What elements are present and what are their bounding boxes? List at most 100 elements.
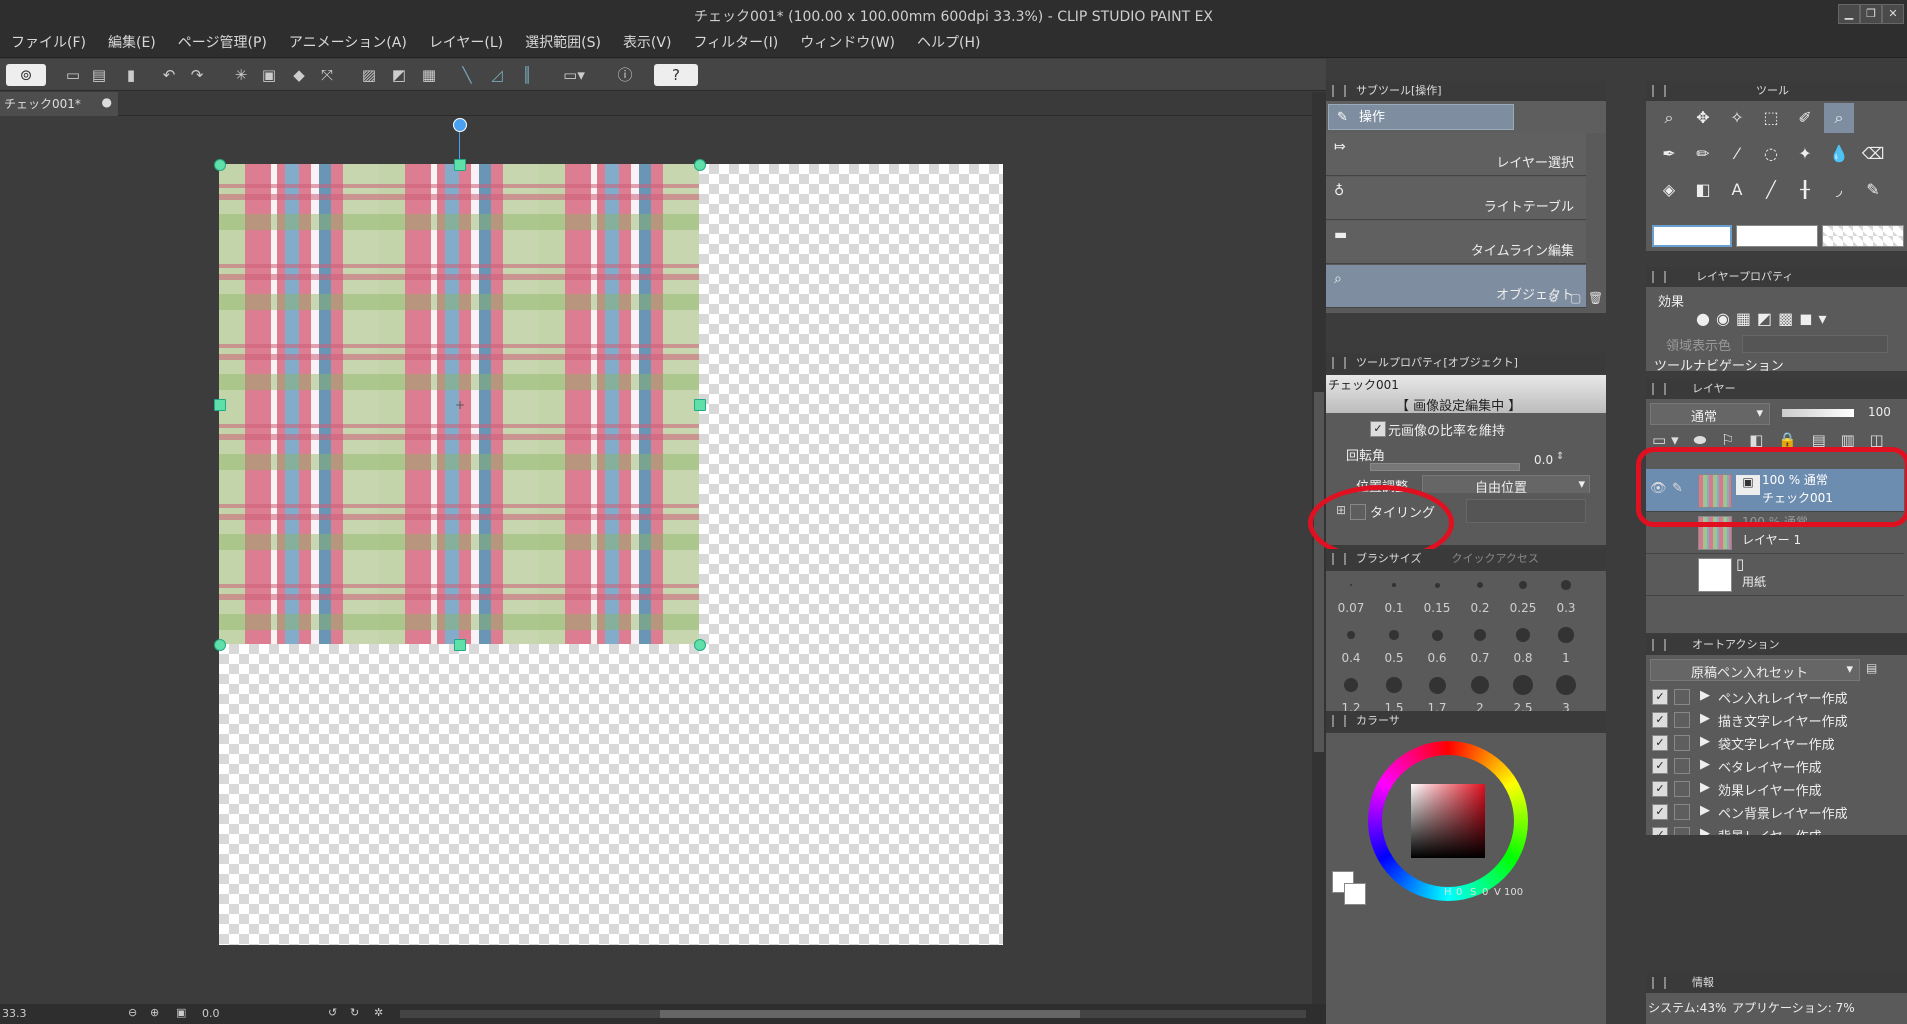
selection-icon[interactable]: ▨ <box>358 64 380 86</box>
brush-size-cell[interactable]: 1.7 <box>1416 671 1458 711</box>
scroll-thumb[interactable] <box>1314 392 1324 752</box>
opacity-value[interactable]: 100 <box>1868 405 1891 419</box>
brush-size-cell[interactable]: 0.7 <box>1459 621 1501 669</box>
figure-tool-icon[interactable]: ╱ <box>1756 175 1786 205</box>
decoration-tool-icon[interactable]: ✦ <box>1790 139 1820 169</box>
subtool-settings-icon[interactable]: ⚙ <box>1548 291 1559 305</box>
auto-action-item[interactable]: ✓ ▶ 袋文字レイヤー作成 <box>1646 731 1904 753</box>
quick-access-tab[interactable]: クイックアクセス <box>1451 552 1538 565</box>
eyedropper-tool-icon[interactable]: ✐ <box>1790 103 1820 133</box>
action-dialog-toggle[interactable] <box>1674 781 1690 797</box>
canvas-vertical-scrollbar[interactable] <box>1312 92 1326 1004</box>
action-dialog-toggle[interactable] <box>1674 689 1690 705</box>
action-checkbox[interactable]: ✓ <box>1652 804 1668 820</box>
redo-icon[interactable]: ↷ <box>186 64 208 86</box>
rotate-right-icon[interactable]: ↻ <box>350 1006 359 1019</box>
brush-size-cell[interactable]: 0.3 <box>1545 571 1587 619</box>
brush-size-cell[interactable]: 0.8 <box>1502 621 1544 669</box>
chevron-right-icon[interactable]: ▶ <box>1700 757 1710 772</box>
clear-icon[interactable]: ✳ <box>230 64 252 86</box>
brush-size-cell[interactable]: 0.4 <box>1330 621 1372 669</box>
area-color-field[interactable] <box>1742 335 1888 353</box>
pencil-tool-icon[interactable]: ✏ <box>1688 139 1718 169</box>
subtool-delete-icon[interactable]: 🗑 <box>1588 291 1603 305</box>
tab-close-icon[interactable]: ● <box>102 95 112 109</box>
auto-action-item[interactable]: ✓ ▶ 背景レイヤー作成 <box>1646 823 1904 835</box>
move-tool-icon[interactable]: ✥ <box>1688 103 1718 133</box>
handle-bottom-center[interactable] <box>454 639 466 651</box>
handle-top-center[interactable] <box>454 159 466 171</box>
menu-view[interactable]: 表示(V) <box>612 28 683 58</box>
snap-grid-icon[interactable]: ║ <box>516 64 538 86</box>
rotation-slider[interactable] <box>1370 463 1520 471</box>
tiling-type-selector[interactable] <box>1466 499 1586 523</box>
brush-size-cell[interactable]: 0.07 <box>1330 571 1372 619</box>
ruler-tool-icon[interactable]: ◞ <box>1824 175 1854 205</box>
opacity-slider[interactable] <box>1782 409 1854 417</box>
action-set-select[interactable]: 原稿ペン入れセット ▾ <box>1650 659 1860 681</box>
action-checkbox[interactable]: ✓ <box>1652 712 1668 728</box>
document-tab[interactable]: チェック001* ● <box>0 92 118 116</box>
chevron-right-icon[interactable]: ▶ <box>1700 780 1710 795</box>
open-file-icon[interactable]: ▤ <box>88 64 110 86</box>
brush-size-cell[interactable]: 0.5 <box>1373 621 1415 669</box>
hscroll-thumb[interactable] <box>660 1010 1080 1018</box>
chevron-right-icon[interactable]: ▶ <box>1700 803 1710 818</box>
menu-layer[interactable]: レイヤー(L) <box>418 28 514 58</box>
keep-ratio-checkbox[interactable]: ✓ <box>1370 421 1386 437</box>
frame-tool-icon[interactable]: ╂ <box>1790 175 1820 205</box>
handle-top-right[interactable] <box>694 159 706 171</box>
action-set-menu-icon[interactable]: ▤ <box>1866 661 1877 675</box>
undo-icon[interactable]: ↶ <box>158 64 180 86</box>
handle-bottom-right[interactable] <box>694 639 706 651</box>
zoom-out-icon[interactable]: ⊖ <box>128 1006 137 1019</box>
fill-icon[interactable]: ◆ <box>288 64 310 86</box>
subtool-group-operation[interactable]: ✎ 操作 <box>1328 104 1514 130</box>
saturation-value-square[interactable] <box>1411 784 1485 858</box>
brush-size-cell[interactable]: 0.15 <box>1416 571 1458 619</box>
transform-icon[interactable]: ▣ <box>258 64 280 86</box>
display-settings-icon[interactable]: ▭▾ <box>556 64 592 86</box>
show-selection-icon[interactable]: ▦ <box>418 64 440 86</box>
close-button[interactable]: ✕ <box>1882 4 1904 24</box>
action-checkbox[interactable]: ✓ <box>1652 758 1668 774</box>
menu-filter[interactable]: フィルター(I) <box>682 28 789 58</box>
fill-tool-icon[interactable]: ◈ <box>1654 175 1684 205</box>
pen-tool-icon[interactable]: ✒ <box>1654 139 1684 169</box>
blend-mode-select[interactable]: 通常 ▾ <box>1650 403 1770 425</box>
rotation-spinner-icon[interactable]: ⇕ <box>1556 451 1564 462</box>
brush-size-cell[interactable]: 1.5 <box>1373 671 1415 711</box>
chevron-right-icon[interactable]: ▶ <box>1700 711 1710 726</box>
menu-page[interactable]: ページ管理(P) <box>167 28 278 58</box>
angle-value[interactable]: 0.0 <box>202 1007 220 1020</box>
auto-action-item[interactable]: ✓ ▶ ペン背景レイヤー作成 <box>1646 800 1904 822</box>
handle-bottom-left[interactable] <box>214 639 226 651</box>
subtool-timeline-edit[interactable]: ▬ タイムライン編集 <box>1326 221 1586 264</box>
action-checkbox[interactable]: ✓ <box>1652 827 1668 835</box>
auto-action-item[interactable]: ✓ ▶ ペン入れレイヤー作成 <box>1646 685 1904 707</box>
handle-top-left[interactable] <box>214 159 226 171</box>
save-icon[interactable]: ▮ <box>120 64 142 86</box>
chevron-right-icon[interactable]: ▶ <box>1700 734 1710 749</box>
operation-tool-icon[interactable]: ⌕ <box>1824 103 1854 133</box>
invert-selection-icon[interactable]: ◩ <box>388 64 410 86</box>
layer-row-paper[interactable]: ▯ 用紙 <box>1646 553 1904 596</box>
brush-size-cell[interactable]: 0.6 <box>1416 621 1458 669</box>
brush-size-cell[interactable]: 0.2 <box>1459 571 1501 619</box>
menu-selection[interactable]: 選択範囲(S) <box>514 28 612 58</box>
transparent-color-bar[interactable] <box>1822 225 1904 247</box>
action-dialog-toggle[interactable] <box>1674 758 1690 774</box>
text-tool-icon[interactable]: A <box>1722 175 1752 205</box>
sub-color-bar[interactable] <box>1736 225 1818 247</box>
brush-size-cell[interactable]: 3 <box>1545 671 1587 711</box>
action-dialog-toggle[interactable] <box>1674 735 1690 751</box>
handle-middle-left[interactable] <box>214 399 226 411</box>
canvas-area[interactable]: + <box>0 117 1312 1004</box>
brush-tool-icon[interactable]: ⁄ <box>1722 139 1752 169</box>
clip-studio-icon[interactable]: ⊚ <box>6 64 46 86</box>
snap-ruler-icon[interactable]: ╲ <box>456 64 478 86</box>
menu-edit[interactable]: 編集(E) <box>97 28 167 58</box>
brush-size-cell[interactable]: 1 <box>1545 621 1587 669</box>
correct-line-tool-icon[interactable]: ✎ <box>1858 175 1888 205</box>
action-checkbox[interactable]: ✓ <box>1652 735 1668 751</box>
